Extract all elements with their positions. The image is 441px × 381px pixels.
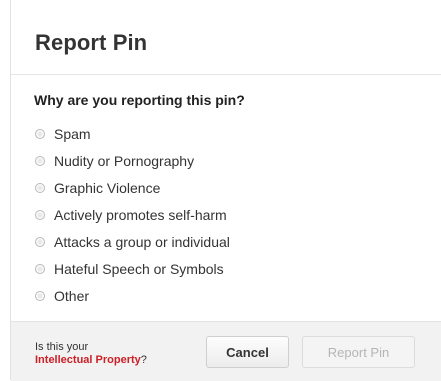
reason-label: Other xyxy=(54,287,90,304)
reason-option-hateful-speech[interactable]: Hateful Speech or Symbols xyxy=(35,255,230,282)
reason-label: Spam xyxy=(54,125,91,142)
radio-button-icon[interactable] xyxy=(35,236,45,247)
reason-label: Hateful Speech or Symbols xyxy=(54,260,224,277)
radio-button-icon[interactable] xyxy=(35,182,45,193)
reason-label: Graphic Violence xyxy=(54,179,161,196)
radio-button-icon[interactable] xyxy=(35,155,45,166)
reason-label: Attacks a group or individual xyxy=(54,233,230,250)
reason-option-nudity[interactable]: Nudity or Pornography xyxy=(35,147,230,174)
reason-label: Nudity or Pornography xyxy=(54,152,195,169)
ip-prompt-text: Is this your xyxy=(35,341,89,353)
dialog-footer: Is this your Intellectual Property? Canc… xyxy=(11,321,441,381)
report-pin-dialog: Report Pin Why are you reporting this pi… xyxy=(11,0,441,381)
reason-option-other[interactable]: Other xyxy=(35,282,230,309)
reason-label: Actively promotes self-harm xyxy=(54,206,227,223)
dialog-header: Report Pin xyxy=(11,0,441,75)
dialog-title: Report Pin xyxy=(35,30,148,55)
report-question: Why are you reporting this pin? xyxy=(34,92,245,108)
radio-button-icon[interactable] xyxy=(35,209,45,220)
radio-button-icon[interactable] xyxy=(35,290,45,301)
report-reason-list: Spam Nudity or Pornography Graphic Viole… xyxy=(35,120,230,309)
reason-option-spam[interactable]: Spam xyxy=(35,120,230,147)
cancel-button[interactable]: Cancel xyxy=(206,336,289,368)
reason-option-attacks-group[interactable]: Attacks a group or individual xyxy=(35,228,230,255)
report-pin-button[interactable]: Report Pin xyxy=(302,336,415,368)
ip-question-mark: ? xyxy=(140,354,147,366)
intellectual-property-link[interactable]: Intellectual Property xyxy=(35,354,141,366)
radio-button-icon[interactable] xyxy=(35,128,45,139)
reason-option-self-harm[interactable]: Actively promotes self-harm xyxy=(35,201,230,228)
intellectual-property-prompt: Is this your Intellectual Property? xyxy=(35,341,147,367)
reason-option-graphic-violence[interactable]: Graphic Violence xyxy=(35,174,230,201)
radio-button-icon[interactable] xyxy=(35,263,45,274)
